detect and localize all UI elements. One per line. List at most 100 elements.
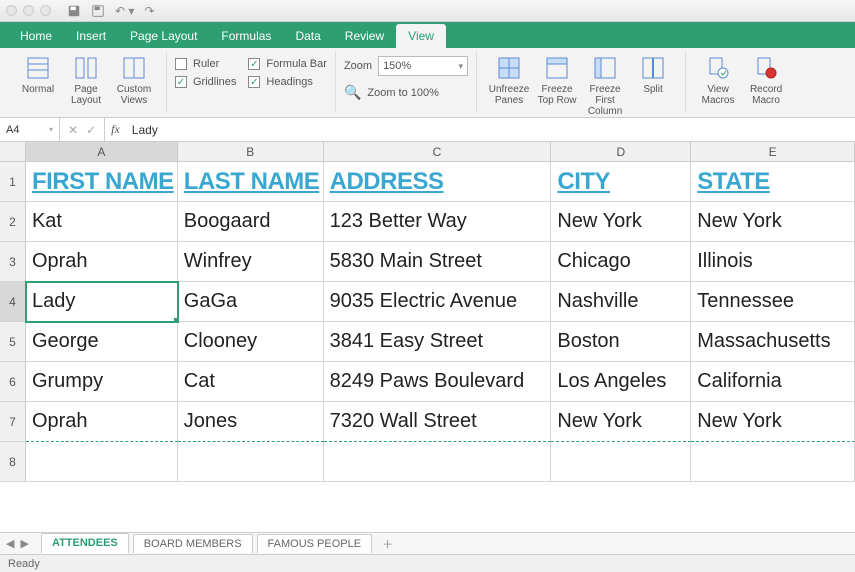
col-header-d[interactable]: D bbox=[551, 142, 691, 162]
cancel-icon[interactable]: ✕ bbox=[68, 123, 78, 137]
minimize-icon[interactable] bbox=[23, 5, 34, 16]
formula-bar-checkbox[interactable]: Formula Bar bbox=[248, 58, 327, 70]
record-macro-button[interactable]: Record Macro bbox=[742, 52, 790, 106]
cell[interactable]: Clooney bbox=[178, 322, 324, 362]
cell[interactable]: 8249 Paws Boulevard bbox=[324, 362, 552, 402]
ruler-checkbox[interactable]: Ruler bbox=[175, 58, 236, 70]
qat-redo-icon[interactable]: ↷ bbox=[144, 4, 154, 18]
tab-data[interactable]: Data bbox=[283, 24, 332, 48]
cell[interactable]: 3841 Easy Street bbox=[324, 322, 552, 362]
cell-selected[interactable]: Lady bbox=[26, 282, 178, 322]
col-header-c[interactable]: C bbox=[324, 142, 552, 162]
tab-page-layout[interactable]: Page Layout bbox=[118, 24, 209, 48]
checkbox-icon bbox=[248, 76, 260, 88]
view-macros-button[interactable]: View Macros bbox=[694, 52, 742, 106]
sheet-tab-attendees[interactable]: ATTENDEES bbox=[41, 533, 129, 554]
row-header[interactable]: 5 bbox=[0, 322, 26, 362]
cell[interactable]: Winfrey bbox=[178, 242, 324, 282]
cell[interactable]: Los Angeles bbox=[551, 362, 691, 402]
select-all-corner[interactable] bbox=[0, 142, 26, 162]
cell[interactable]: Grumpy bbox=[26, 362, 178, 402]
cell[interactable]: 9035 Electric Avenue bbox=[324, 282, 552, 322]
cell[interactable]: Massachusetts bbox=[691, 322, 855, 362]
cell[interactable]: California bbox=[691, 362, 855, 402]
freeze-first-col-button[interactable]: Freeze First Column bbox=[581, 52, 629, 117]
header-cell[interactable]: STATE bbox=[691, 162, 855, 202]
normal-view-button[interactable]: Normal bbox=[14, 52, 62, 95]
cell[interactable] bbox=[691, 442, 855, 482]
maximize-icon[interactable] bbox=[40, 5, 51, 16]
name-box[interactable]: A4 bbox=[0, 118, 60, 141]
cell[interactable] bbox=[551, 442, 691, 482]
split-button[interactable]: Split bbox=[629, 52, 677, 95]
cell[interactable]: GaGa bbox=[178, 282, 324, 322]
enter-icon[interactable]: ✓ bbox=[86, 123, 96, 137]
cell[interactable]: 123 Better Way bbox=[324, 202, 552, 242]
cell[interactable]: Boogaard bbox=[178, 202, 324, 242]
qat-save-icon[interactable] bbox=[67, 4, 81, 18]
cell[interactable]: Jones bbox=[178, 402, 324, 442]
cell[interactable] bbox=[178, 442, 324, 482]
spreadsheet-grid[interactable]: A B C D E 1 FIRST NAME LAST NAME ADDRESS… bbox=[0, 142, 855, 532]
header-cell[interactable]: LAST NAME bbox=[178, 162, 324, 202]
group-zoom: Zoom 150% 🔍 Zoom to 100% bbox=[336, 52, 477, 113]
unfreeze-label: Unfreeze Panes bbox=[485, 84, 533, 106]
cell[interactable]: New York bbox=[691, 202, 855, 242]
row-header[interactable]: 1 bbox=[0, 162, 26, 202]
zoom-select[interactable]: 150% bbox=[378, 56, 468, 76]
cell[interactable]: Cat bbox=[178, 362, 324, 402]
close-icon[interactable] bbox=[6, 5, 17, 16]
window-controls[interactable] bbox=[6, 5, 51, 16]
cell[interactable]: Nashville bbox=[551, 282, 691, 322]
cell[interactable]: 5830 Main Street bbox=[324, 242, 552, 282]
cell[interactable]: Oprah bbox=[26, 242, 178, 282]
formula-input[interactable]: Lady bbox=[126, 123, 164, 137]
row-header[interactable]: 4 bbox=[0, 282, 26, 322]
cell[interactable] bbox=[26, 442, 178, 482]
headings-checkbox[interactable]: Headings bbox=[248, 76, 327, 88]
cell[interactable]: George bbox=[26, 322, 178, 362]
sheet-tab-board-members[interactable]: BOARD MEMBERS bbox=[133, 534, 253, 553]
tab-home[interactable]: Home bbox=[8, 24, 64, 48]
tab-insert[interactable]: Insert bbox=[64, 24, 118, 48]
tab-view[interactable]: View bbox=[396, 24, 446, 48]
qat-undo-icon[interactable]: ↶ ▾ bbox=[115, 4, 134, 18]
zoom-100-button[interactable]: 🔍 Zoom to 100% bbox=[344, 84, 468, 101]
ribbon: Normal Page Layout Custom Views Ruler Gr… bbox=[0, 48, 855, 118]
col-header-e[interactable]: E bbox=[691, 142, 855, 162]
cell[interactable]: New York bbox=[551, 402, 691, 442]
unfreeze-panes-button[interactable]: Unfreeze Panes bbox=[485, 52, 533, 106]
header-cell[interactable]: CITY bbox=[551, 162, 691, 202]
custom-views-button[interactable]: Custom Views bbox=[110, 52, 158, 106]
page-layout-button[interactable]: Page Layout bbox=[62, 52, 110, 106]
cell[interactable]: Kat bbox=[26, 202, 178, 242]
cell[interactable]: Chicago bbox=[551, 242, 691, 282]
fx-label[interactable]: fx bbox=[105, 122, 126, 137]
sheet-tab-famous-people[interactable]: FAMOUS PEOPLE bbox=[257, 534, 373, 553]
cell[interactable]: Tennessee bbox=[691, 282, 855, 322]
row-header[interactable]: 8 bbox=[0, 442, 26, 482]
col-header-a[interactable]: A bbox=[26, 142, 178, 162]
cell[interactable]: 7320 Wall Street bbox=[324, 402, 552, 442]
header-cell[interactable]: FIRST NAME bbox=[26, 162, 178, 202]
sheet-prev-icon[interactable]: ◀ bbox=[6, 537, 14, 550]
cell[interactable]: Illinois bbox=[691, 242, 855, 282]
cell[interactable]: Boston bbox=[551, 322, 691, 362]
cell[interactable]: New York bbox=[691, 402, 855, 442]
qat-save2-icon[interactable] bbox=[91, 4, 105, 18]
add-sheet-button[interactable]: ＋ bbox=[376, 534, 399, 554]
header-cell[interactable]: ADDRESS bbox=[324, 162, 552, 202]
freeze-top-row-button[interactable]: Freeze Top Row bbox=[533, 52, 581, 106]
cell[interactable]: New York bbox=[551, 202, 691, 242]
tab-formulas[interactable]: Formulas bbox=[209, 24, 283, 48]
cell[interactable]: Oprah bbox=[26, 402, 178, 442]
tab-review[interactable]: Review bbox=[333, 24, 396, 48]
gridlines-checkbox[interactable]: Gridlines bbox=[175, 76, 236, 88]
row-header[interactable]: 6 bbox=[0, 362, 26, 402]
row-header[interactable]: 3 bbox=[0, 242, 26, 282]
col-header-b[interactable]: B bbox=[178, 142, 324, 162]
row-header[interactable]: 2 bbox=[0, 202, 26, 242]
sheet-next-icon[interactable]: ▶ bbox=[20, 537, 28, 550]
cell[interactable] bbox=[324, 442, 552, 482]
row-header[interactable]: 7 bbox=[0, 402, 26, 442]
